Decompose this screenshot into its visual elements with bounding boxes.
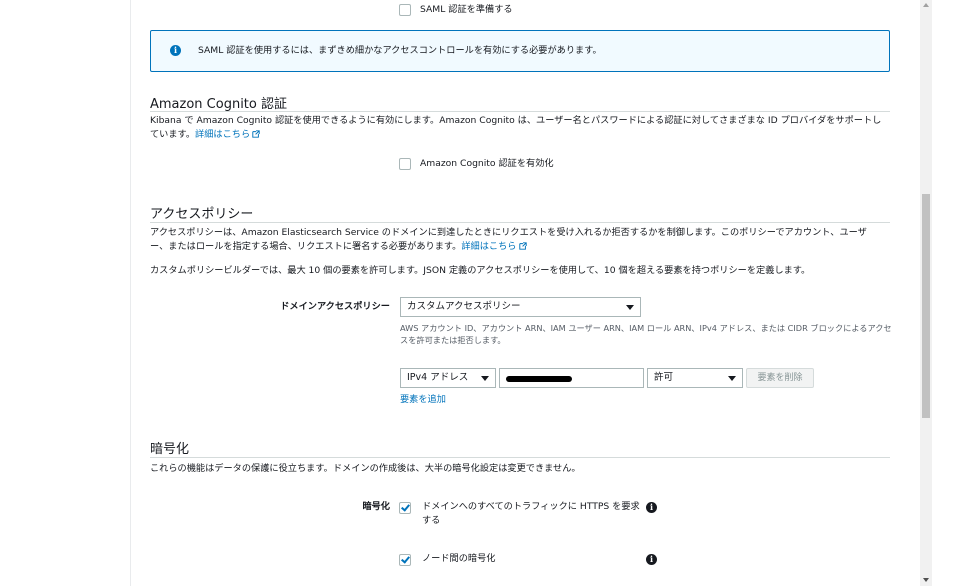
encryption-description: これらの機能はデータの保護に役立ちます。ドメインの作成後は、大半の暗号化設定は変… — [150, 463, 581, 474]
https-checkbox[interactable] — [399, 502, 411, 514]
encryption-section-title: 暗号化 — [150, 442, 190, 457]
cognito-divider — [150, 111, 890, 112]
node-to-node-checkbox[interactable] — [399, 554, 411, 566]
cognito-enable-label: Amazon Cognito 認証を有効化 — [420, 158, 554, 169]
https-label-line1: ドメインへのすべてのトラフィックに HTTPS を要求 — [422, 501, 640, 512]
element-effect-select[interactable]: 許可 — [647, 368, 743, 388]
scroll-up-icon[interactable] — [923, 3, 929, 7]
domain-policy-label: ドメインアクセスポリシー — [280, 301, 390, 312]
domain-policy-selected: カスタムアクセスポリシー — [407, 301, 521, 312]
element-effect-selected: 許可 — [654, 372, 674, 383]
remove-element-button[interactable]: 要素を削除 — [746, 368, 814, 388]
external-link-icon — [252, 130, 260, 138]
scroll-down-icon[interactable] — [923, 578, 929, 582]
element-type-selected: IPv4 アドレス — [407, 372, 469, 383]
node-to-node-label: ノード間の暗号化 — [422, 553, 496, 564]
domain-policy-help-line2: スを許可または拒否します。 — [400, 335, 506, 345]
access-policy-divider — [150, 222, 890, 223]
cognito-section-title: Amazon Cognito 認証 — [150, 97, 287, 112]
encryption-divider — [150, 457, 890, 458]
left-rail — [0, 0, 131, 586]
checkmark-icon — [401, 554, 410, 564]
domain-policy-help: AWS アカウント ID、アカウント ARN、IAM ユーザー ARN、IAM … — [400, 322, 892, 346]
info-icon[interactable]: i — [646, 554, 657, 565]
builder-note: カスタムポリシービルダーでは、最大 10 個の要素を許可します。JSON 定義の… — [150, 265, 811, 276]
chevron-down-icon — [626, 305, 634, 310]
access-policy-description-line2-text: ー、またはロールを指定する場合、リクエストに署名する必要があります。 — [150, 241, 462, 252]
cognito-description-line2-text: ています。 — [150, 129, 196, 140]
cognito-learn-more-link[interactable]: 詳細はこちら — [195, 129, 250, 140]
scrollbar-thumb[interactable] — [922, 194, 930, 418]
access-policy-description-line2: ー、またはロールを指定する場合、リクエストに署名する必要があります。詳細はこちら — [150, 240, 892, 254]
https-label-line2: する — [422, 515, 441, 526]
access-policy-description: アクセスポリシーは、Amazon Elasticsearch Service の… — [150, 226, 892, 254]
encryption-label: 暗号化 — [362, 501, 390, 512]
cognito-description-line1: Kibana で Amazon Cognito 認証を使用できるように有効にしま… — [150, 115, 882, 126]
access-policy-learn-more-link[interactable]: 詳細はこちら — [461, 241, 516, 252]
domain-policy-help-line1: AWS アカウント ID、アカウント ARN、IAM ユーザー ARN、IAM … — [400, 323, 892, 333]
chevron-down-icon — [728, 376, 736, 381]
saml-prepare-label: SAML 認証を準備する — [420, 4, 513, 15]
external-link-icon — [518, 242, 527, 250]
cognito-description: Kibana で Amazon Cognito 認証を使用できるように有効にしま… — [150, 114, 892, 142]
access-policy-section-title: アクセスポリシー — [150, 207, 254, 222]
chevron-down-icon — [481, 376, 489, 381]
checkmark-icon — [401, 502, 410, 512]
element-value-input[interactable] — [499, 368, 644, 388]
https-label: ドメインへのすべてのトラフィックに HTTPS を要求 する — [422, 500, 640, 528]
cognito-description-line2: ています。詳細はこちら — [150, 128, 892, 142]
redacted-value — [506, 376, 572, 382]
info-icon[interactable]: i — [646, 502, 657, 513]
main-content — [131, 0, 919, 586]
saml-info-text: SAML 認証を使用するには、まずきめ細かなアクセスコントロールを有効にする必要… — [198, 45, 602, 56]
domain-policy-select[interactable]: カスタムアクセスポリシー — [400, 297, 641, 317]
info-icon: i — [170, 45, 181, 56]
access-policy-description-line1: アクセスポリシーは、Amazon Elasticsearch Service の… — [150, 227, 867, 238]
element-type-select[interactable]: IPv4 アドレス — [400, 368, 496, 388]
saml-prepare-checkbox[interactable] — [399, 4, 411, 16]
cognito-enable-checkbox[interactable] — [399, 158, 411, 170]
add-element-link[interactable]: 要素を追加 — [400, 393, 446, 407]
